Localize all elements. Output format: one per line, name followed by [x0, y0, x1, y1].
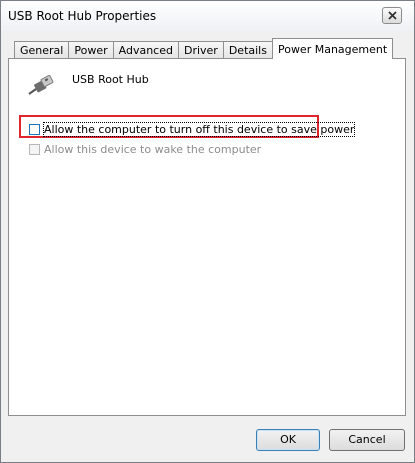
tab-general[interactable]: General — [14, 41, 70, 59]
tab-strip: General Power Advanced Driver Details Po… — [14, 38, 394, 59]
allow-turn-off-label[interactable]: Allow the computer to turn off this devi… — [42, 122, 356, 137]
tab-power[interactable]: Power — [68, 41, 114, 59]
allow-wake-label: Allow this device to wake the computer — [44, 143, 262, 156]
close-button[interactable] — [382, 7, 402, 24]
allow-wake-option: Allow this device to wake the computer — [29, 143, 261, 156]
allow-turn-off-option[interactable]: Allow the computer to turn off this devi… — [29, 122, 356, 137]
tab-details[interactable]: Details — [222, 41, 273, 59]
cancel-button[interactable]: Cancel — [329, 429, 405, 451]
tab-advanced[interactable]: Advanced — [112, 41, 179, 59]
allow-wake-checkbox — [29, 144, 40, 155]
device-name: USB Root Hub — [72, 73, 149, 86]
window-title: USB Root Hub Properties — [8, 9, 157, 23]
allow-turn-off-checkbox[interactable] — [29, 124, 40, 135]
tab-driver[interactable]: Driver — [177, 41, 224, 59]
ok-button[interactable]: OK — [256, 429, 320, 451]
title-bar: USB Root Hub Properties — [1, 1, 414, 31]
properties-dialog: USB Root Hub Properties General Power Ad… — [0, 0, 415, 463]
close-icon — [388, 11, 397, 20]
tab-power-management[interactable]: Power Management — [271, 38, 394, 59]
usb-plug-icon — [27, 74, 55, 101]
tab-panel: USB Root Hub Allow the computer to turn … — [8, 58, 406, 416]
